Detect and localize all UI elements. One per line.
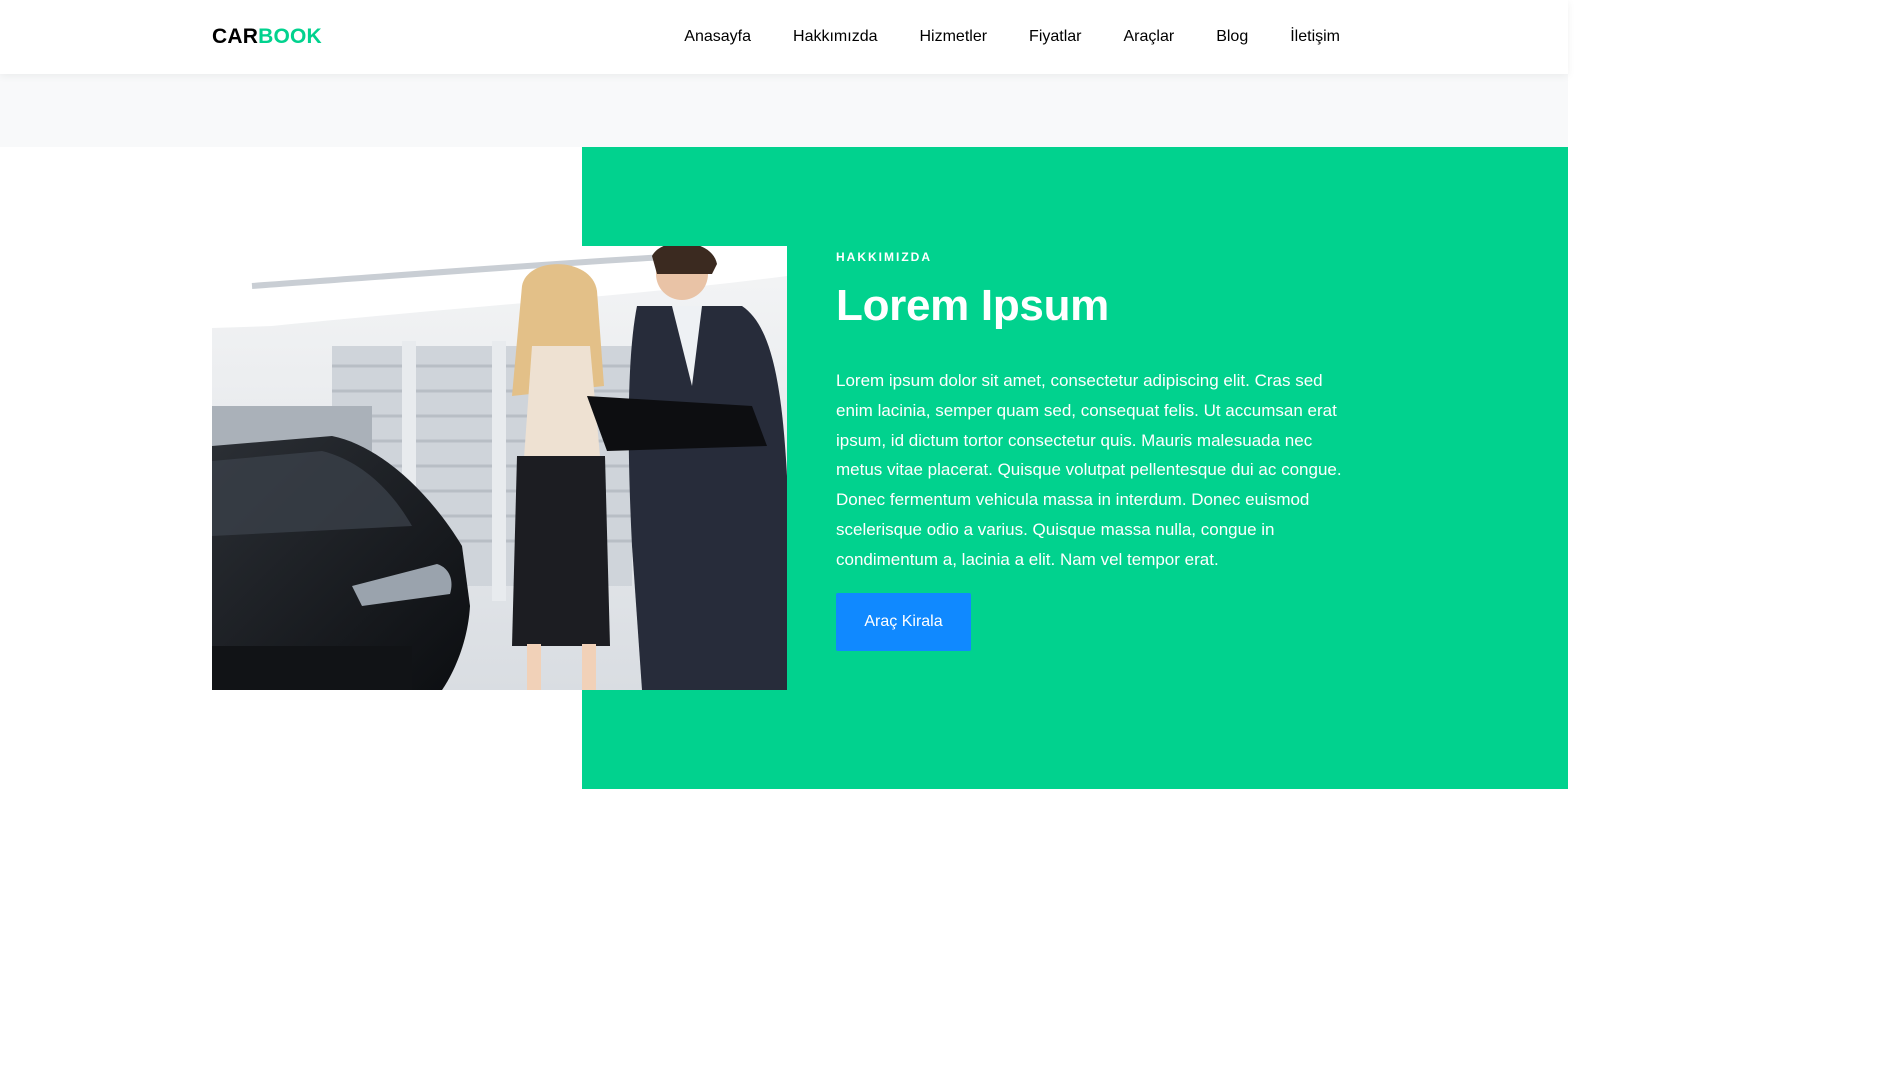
nav-item-anasayfa[interactable]: Anasayfa [663, 0, 772, 74]
nav-item-iletisim[interactable]: İletişim [1269, 0, 1340, 74]
logo-part-book: BOOK [258, 25, 322, 48]
nav-item-hakkimizda[interactable]: Hakkımızda [772, 0, 898, 74]
showroom-photo-icon [212, 246, 787, 690]
nav-item-fiyatlar[interactable]: Fiyatlar [1008, 0, 1102, 74]
main-nav: Anasayfa Hakkımızda Hizmetler Fiyatlar A… [663, 0, 1340, 74]
about-subheading: HAKKIMIZDA [836, 250, 932, 264]
navbar: CARBOOK Anasayfa Hakkımızda Hizmetler Fi… [0, 0, 1568, 74]
about-heading: Lorem Ipsum [836, 281, 1109, 330]
logo-part-car: CAR [212, 25, 259, 48]
about-section: HAKKIMIZDA Lorem Ipsum Lorem ipsum dolor… [836, 246, 1361, 651]
rent-car-button[interactable]: Araç Kirala [836, 592, 971, 651]
nav-item-blog[interactable]: Blog [1195, 0, 1269, 74]
nav-item-hizmetler[interactable]: Hizmetler [898, 0, 1008, 74]
logo[interactable]: CARBOOK [212, 23, 322, 51]
nav-item-araclar[interactable]: Araçlar [1103, 0, 1196, 74]
header-strip [0, 74, 1568, 147]
about-image [212, 246, 787, 690]
about-paragraph: Lorem ipsum dolor sit amet, consectetur … [836, 371, 1342, 569]
